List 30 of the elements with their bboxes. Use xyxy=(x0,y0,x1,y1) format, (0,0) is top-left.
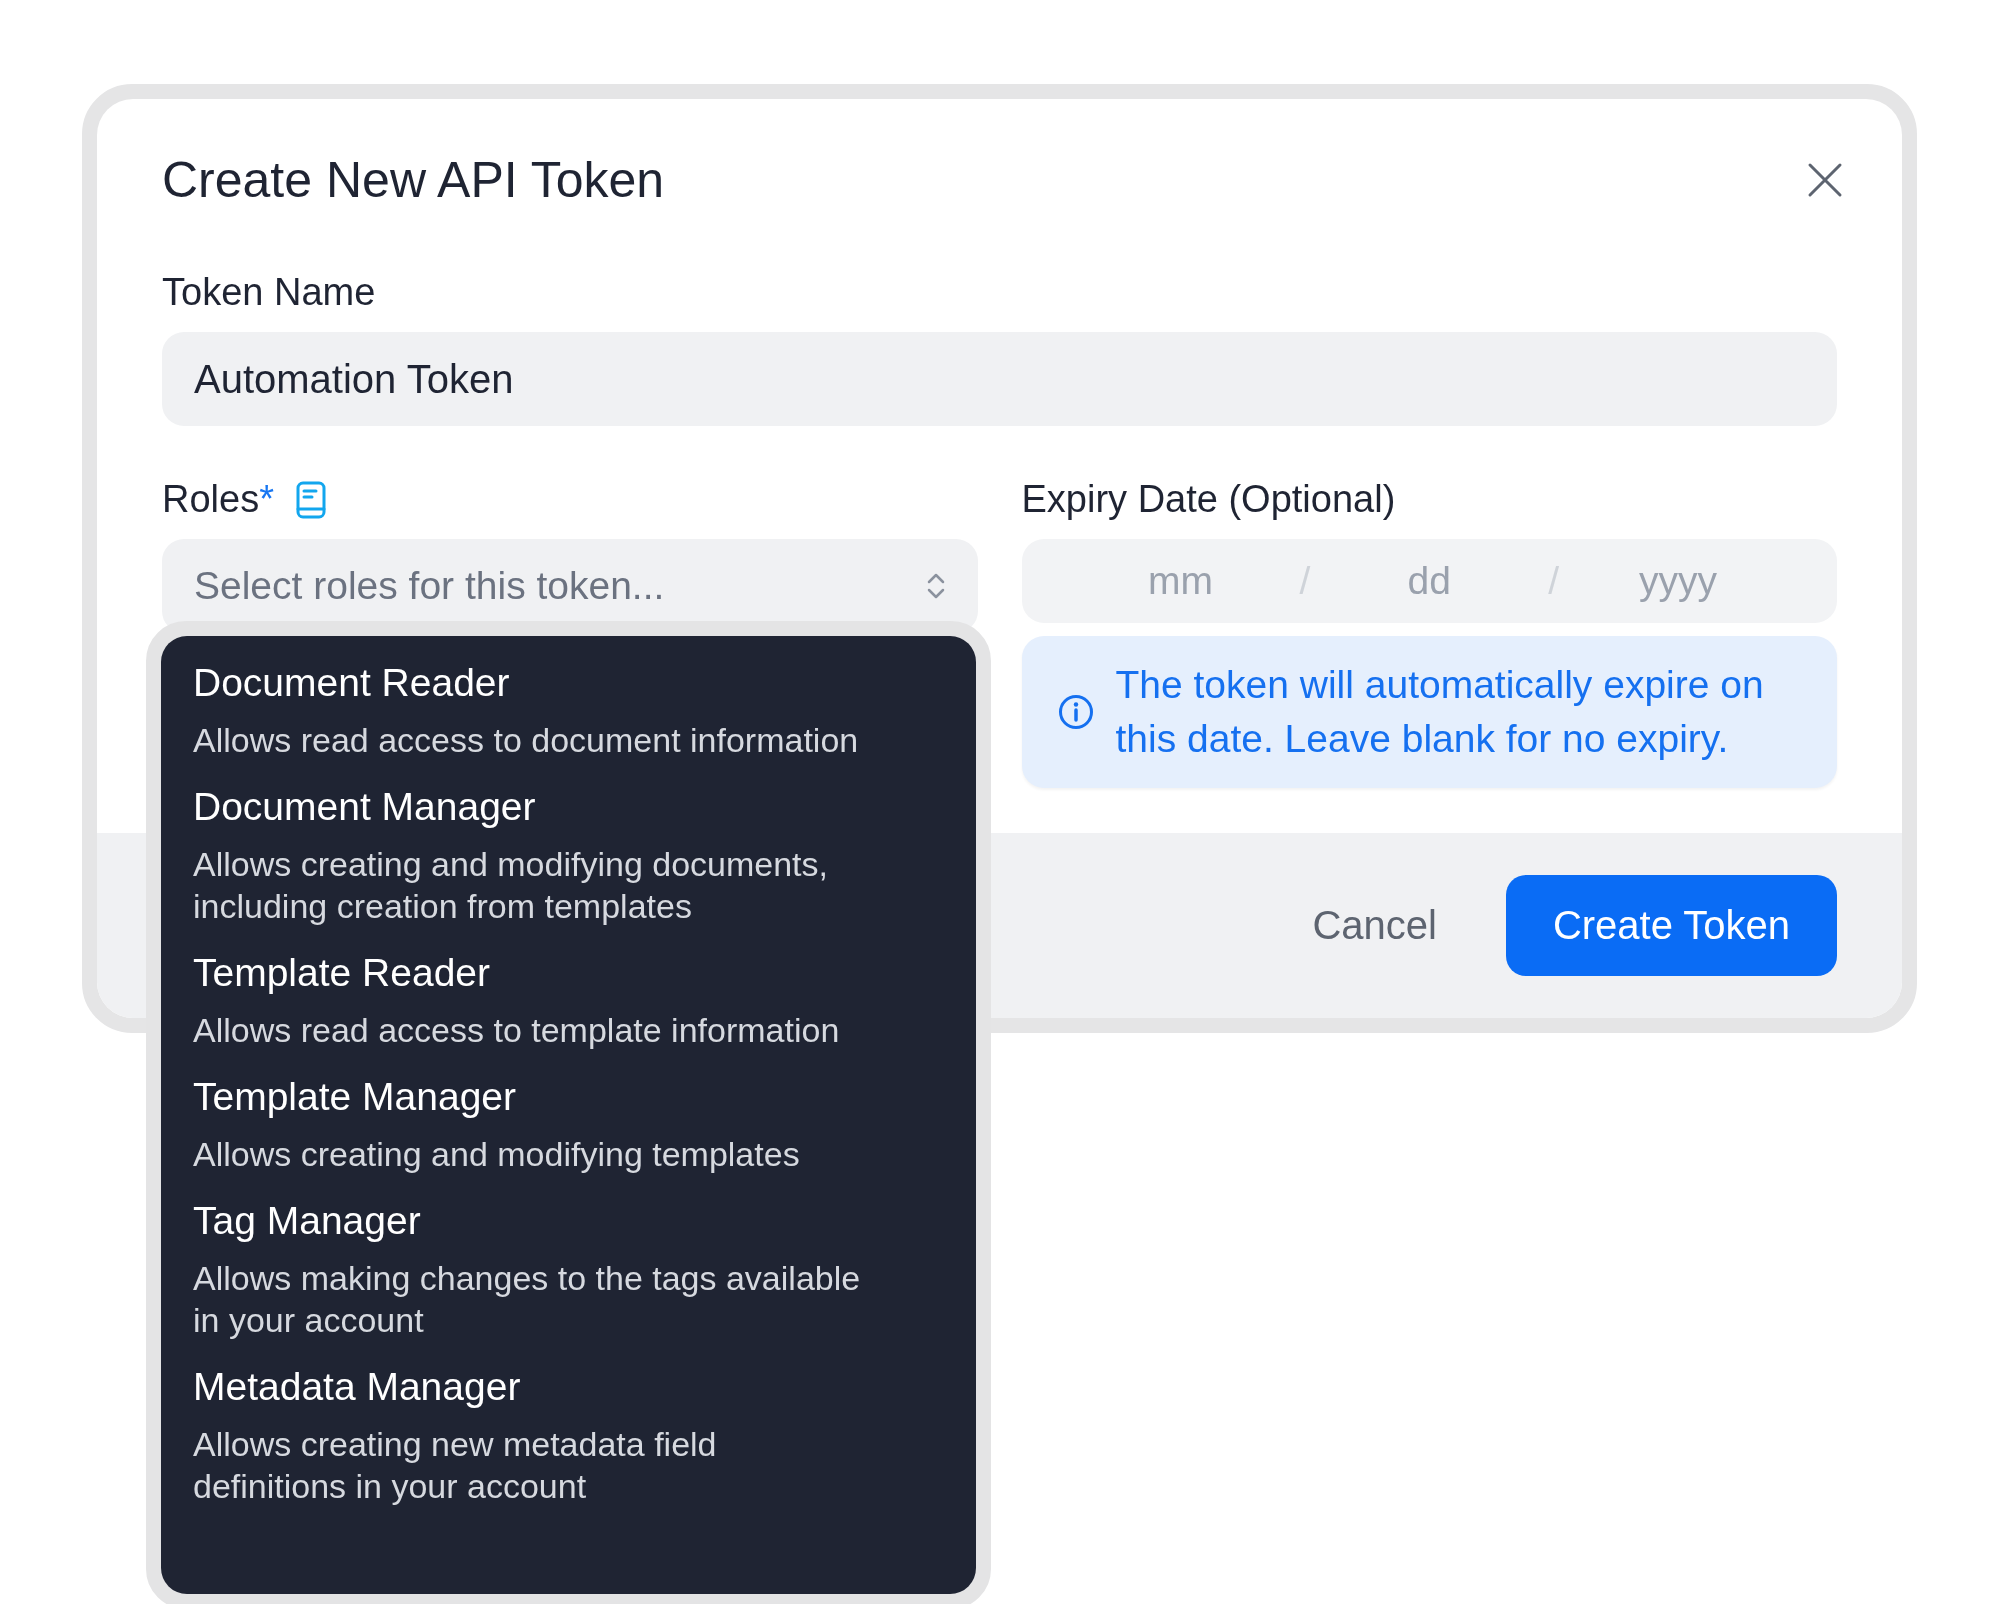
role-description: Allows read access to document information xyxy=(193,720,860,761)
date-separator: / xyxy=(1299,559,1311,603)
role-description: Allows creating and modifying templates xyxy=(193,1134,801,1175)
close-button[interactable] xyxy=(1807,162,1843,198)
document-icon[interactable] xyxy=(295,480,326,519)
role-option[interactable]: Metadata Manager xyxy=(193,1363,944,1411)
info-text: The token will automatically expire on this date. Leave blank for no expiry. xyxy=(1115,662,1765,762)
dialog-title: Create New API Token xyxy=(162,151,665,209)
role-option[interactable]: Tag Manager xyxy=(193,1197,944,1245)
role-description: Allows creating and modifying documents, including creation from templates xyxy=(193,844,829,927)
field-label: Expiry Date (Optional) xyxy=(1021,478,1397,521)
role-option[interactable]: Template Manager xyxy=(193,1073,944,1121)
role-description: Allows making changes to the tags available in your account xyxy=(193,1258,861,1341)
day-placeholder: dd xyxy=(1406,559,1452,603)
token-name-field[interactable]: Automation Token xyxy=(162,332,1837,426)
info-icon xyxy=(1057,694,1094,730)
role-description: Allows creating new metadata field definitions in your account xyxy=(193,1424,718,1507)
close-icon xyxy=(1807,162,1843,198)
role-option[interactable]: Template Reader xyxy=(193,949,944,997)
role-description: Allows read access to template information xyxy=(193,1010,841,1051)
field-label: Roles* xyxy=(162,478,274,521)
create-token-button[interactable]: Create Token xyxy=(1506,875,1837,976)
cancel-button[interactable]: Cancel xyxy=(1312,903,1437,948)
month-placeholder: mm xyxy=(1146,559,1214,603)
field-label: Token Name xyxy=(162,271,376,314)
year-placeholder: yyyy xyxy=(1638,559,1719,603)
chevron-updown-icon xyxy=(925,571,946,601)
role-option[interactable]: Document Reader xyxy=(193,659,944,707)
role-option[interactable]: Document Manager xyxy=(193,783,944,831)
date-separator: / xyxy=(1548,559,1560,603)
